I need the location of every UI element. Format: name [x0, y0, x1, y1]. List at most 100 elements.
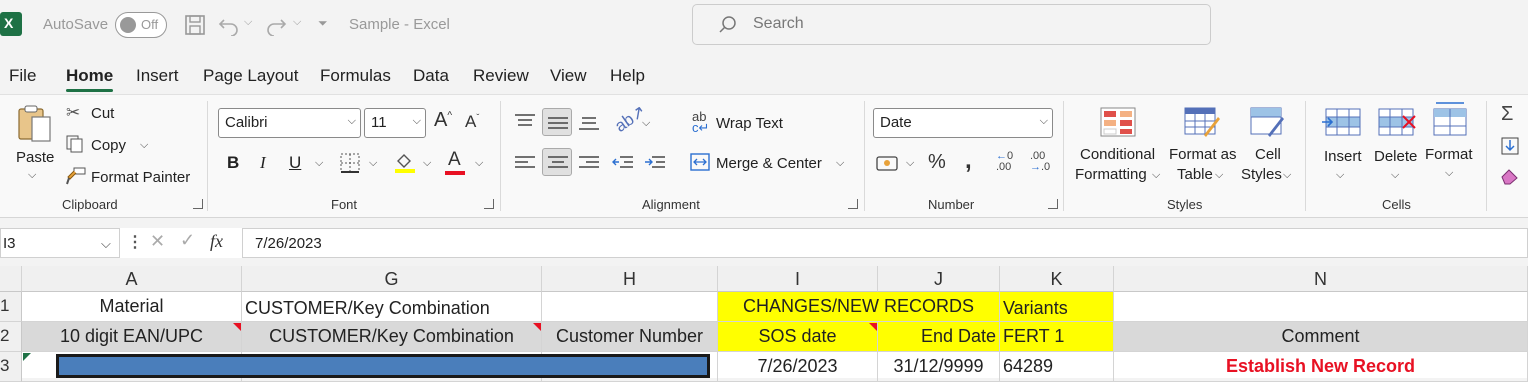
cell-h2[interactable]: Customer Number: [542, 322, 718, 352]
confirm-entry-icon[interactable]: ✓: [180, 230, 195, 251]
align-center-button[interactable]: [542, 148, 572, 176]
decrease-decimal-icon[interactable]: .00 →.0: [1030, 151, 1050, 173]
search-box[interactable]: Search: [692, 4, 1211, 45]
cell-n1[interactable]: [1114, 292, 1528, 322]
comma-style-icon[interactable]: ,: [965, 147, 972, 175]
merge-dropdown-chevron-icon[interactable]: ⌵: [836, 157, 844, 170]
copy-dropdown-chevron-icon[interactable]: ⌵: [140, 139, 148, 152]
name-box[interactable]: I3 ⌵: [0, 228, 120, 258]
borders-dropdown-chevron-icon[interactable]: ⌵: [369, 157, 377, 170]
align-middle-button[interactable]: [542, 108, 572, 136]
copy-button[interactable]: Copy: [91, 137, 126, 154]
clipboard-launcher-icon[interactable]: [193, 199, 203, 209]
column-header-j[interactable]: J: [878, 266, 1000, 292]
align-bottom-icon[interactable]: [578, 115, 600, 131]
clear-icon[interactable]: [1500, 167, 1522, 185]
name-box-chevron-icon[interactable]: ⌵: [101, 236, 111, 252]
column-header-i[interactable]: I: [718, 266, 878, 292]
font-color-dropdown-chevron-icon[interactable]: ⌵: [475, 157, 483, 170]
autosave-toggle[interactable]: Off: [115, 12, 167, 38]
format-button[interactable]: Format: [1425, 146, 1473, 163]
align-top-icon[interactable]: [514, 113, 536, 129]
underline-dropdown-chevron-icon[interactable]: ⌵: [315, 157, 323, 170]
paste-button[interactable]: Paste: [16, 149, 54, 166]
tab-formulas[interactable]: Formulas: [320, 66, 391, 86]
undo-dropdown-chevron-icon[interactable]: ⌵: [244, 16, 252, 29]
tab-review[interactable]: Review: [473, 66, 529, 86]
column-header-n[interactable]: N: [1114, 266, 1528, 292]
tab-home[interactable]: Home: [66, 66, 114, 92]
cell-styles-dropdown-chevron-icon[interactable]: ⌵: [1283, 169, 1291, 182]
tab-help[interactable]: Help: [610, 66, 645, 86]
cell-i1-merged[interactable]: CHANGES/NEW RECORDS: [718, 292, 1000, 322]
increase-font-size-icon[interactable]: A^: [434, 109, 452, 132]
number-launcher-icon[interactable]: [1048, 199, 1058, 209]
insert-button[interactable]: Insert: [1324, 148, 1362, 165]
font-name-select[interactable]: Calibri ⌵: [218, 108, 361, 138]
wrap-text-button[interactable]: Wrap Text: [716, 115, 783, 132]
cell-styles-line2[interactable]: Styles: [1241, 166, 1282, 183]
increase-indent-icon[interactable]: [644, 155, 666, 171]
cell-g2[interactable]: CUSTOMER/Key Combination: [242, 322, 542, 352]
font-launcher-icon[interactable]: [484, 199, 494, 209]
alignment-launcher-icon[interactable]: [848, 199, 858, 209]
redo-dropdown-chevron-icon[interactable]: ⌵: [293, 16, 301, 29]
row-header-2[interactable]: 2: [0, 322, 22, 352]
tab-view[interactable]: View: [550, 66, 587, 86]
number-format-select[interactable]: Date ⌵: [873, 108, 1053, 138]
cell-styles-line1[interactable]: Cell: [1255, 146, 1281, 163]
accounting-format-icon[interactable]: [876, 153, 900, 173]
font-size-select[interactable]: 11 ⌵: [364, 108, 426, 138]
customize-toolbar-icon[interactable]: ⏷: [318, 16, 328, 31]
tab-page-layout[interactable]: Page Layout: [203, 66, 298, 86]
paste-dropdown-chevron-icon[interactable]: ⌵: [28, 169, 36, 182]
paste-icon[interactable]: [16, 103, 54, 143]
increase-decimal-icon[interactable]: ←0.00: [996, 151, 1013, 173]
italic-icon[interactable]: I: [260, 153, 266, 173]
insert-dropdown-chevron-icon[interactable]: ⌵: [1336, 169, 1344, 182]
formula-input[interactable]: 7/26/2023: [242, 228, 1528, 258]
cell-g1[interactable]: CUSTOMER/Key Combination: [242, 292, 542, 322]
merge-center-button[interactable]: Merge & Center: [716, 155, 822, 172]
underline-icon[interactable]: U: [289, 153, 301, 173]
fill-icon[interactable]: [1501, 137, 1519, 155]
row-header-1[interactable]: 1: [0, 292, 22, 322]
cell-i2[interactable]: SOS date: [718, 322, 878, 352]
cell-k1[interactable]: Variants: [1000, 292, 1114, 322]
align-right-icon[interactable]: [578, 155, 600, 171]
format-dropdown-chevron-icon[interactable]: ⌵: [1445, 167, 1453, 180]
more-options-icon[interactable]: ⋮: [127, 232, 143, 252]
align-left-icon[interactable]: [514, 155, 536, 171]
column-header-h[interactable]: H: [542, 266, 718, 292]
conditional-formatting-line2[interactable]: Formatting: [1075, 166, 1147, 183]
save-icon[interactable]: [184, 14, 206, 36]
delete-button[interactable]: Delete: [1374, 148, 1417, 165]
autosum-icon[interactable]: Σ: [1501, 103, 1513, 126]
tab-insert[interactable]: Insert: [136, 66, 179, 86]
bold-icon[interactable]: B: [227, 153, 239, 173]
orientation-dropdown-chevron-icon[interactable]: ⌵: [642, 117, 650, 130]
cut-button[interactable]: Cut: [91, 105, 114, 122]
decrease-font-size-icon[interactable]: Aˇ: [465, 112, 479, 132]
undo-icon[interactable]: [218, 14, 240, 36]
conditional-dropdown-chevron-icon[interactable]: ⌵: [1152, 169, 1160, 182]
font-color-icon[interactable]: A: [448, 149, 461, 171]
format-painter-button[interactable]: Format Painter: [91, 169, 190, 186]
table-dropdown-chevron-icon[interactable]: ⌵: [1215, 169, 1223, 182]
delete-dropdown-chevron-icon[interactable]: ⌵: [1391, 169, 1399, 182]
redo-icon[interactable]: [265, 14, 287, 36]
column-header-k[interactable]: K: [1000, 266, 1114, 292]
cell-h1[interactable]: [542, 292, 718, 322]
tab-file[interactable]: File: [9, 66, 36, 86]
cell-a2[interactable]: 10 digit EAN/UPC: [22, 322, 242, 352]
cell-k2[interactable]: FERT 1: [1000, 322, 1114, 352]
conditional-formatting-line1[interactable]: Conditional: [1080, 146, 1155, 163]
cell-a1[interactable]: Material: [22, 292, 242, 322]
accounting-dropdown-chevron-icon[interactable]: ⌵: [906, 157, 914, 170]
format-as-table-line2[interactable]: Table: [1177, 166, 1213, 183]
cancel-entry-icon[interactable]: ✕: [150, 231, 165, 252]
fill-color-icon[interactable]: [394, 151, 416, 173]
cell-j2[interactable]: End Date: [878, 322, 1000, 352]
insert-function-icon[interactable]: fx: [210, 231, 223, 252]
column-header-a[interactable]: A: [22, 266, 242, 292]
